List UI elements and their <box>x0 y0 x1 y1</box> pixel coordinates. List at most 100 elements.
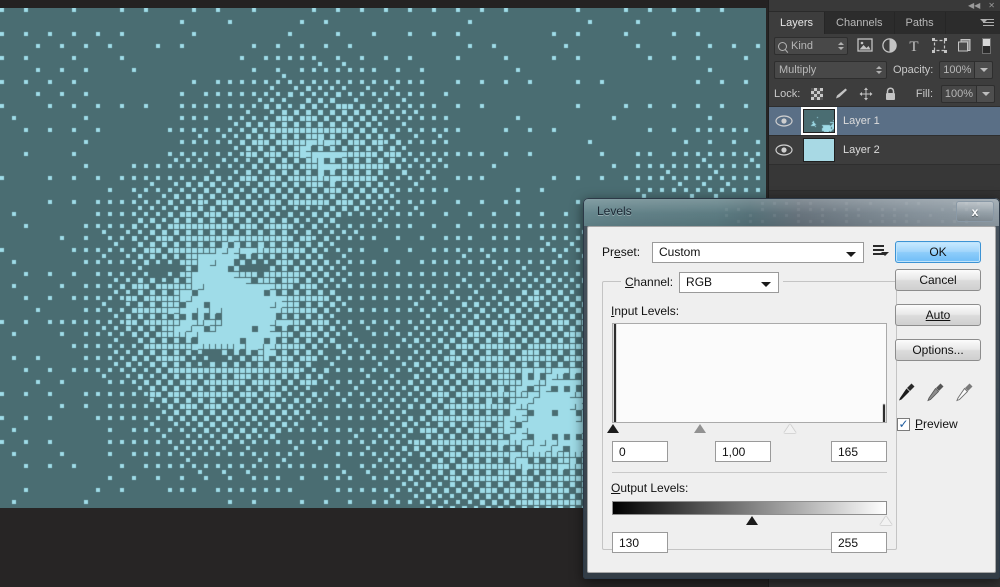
fill-dropdown-icon[interactable] <box>977 85 995 103</box>
lock-transparent-pixels-icon[interactable] <box>811 88 824 100</box>
layer-thumbnail-2 <box>803 138 835 162</box>
set-black-point-eyedropper[interactable] <box>897 381 917 403</box>
input-highlight-slider[interactable] <box>783 424 796 433</box>
cancel-button[interactable]: Cancel <box>895 269 981 291</box>
tab-channels-label: Channels <box>836 17 883 29</box>
fill-input[interactable]: 100% <box>941 85 977 103</box>
auto-button[interactable]: Auto <box>895 304 981 326</box>
layer-filter-row: Kind T <box>769 34 1000 58</box>
filter-kind-spinner <box>838 42 844 50</box>
dialog-title: Levels <box>597 204 632 218</box>
output-black-slider[interactable] <box>746 516 759 525</box>
opacity-label: Opacity: <box>893 64 934 76</box>
fill-label: Fill: <box>915 88 933 100</box>
blend-mode-value: Multiply <box>779 64 817 76</box>
input-midtone-slider[interactable] <box>694 424 707 433</box>
svg-text:T: T <box>909 39 918 53</box>
canvas-top-margin <box>0 0 768 8</box>
tab-paths[interactable]: Paths <box>894 12 946 34</box>
levels-group: Channel: RGB Input Levels: 0 1,00 165 Ou… <box>602 271 897 553</box>
channel-row: Channel: RGB <box>621 271 784 293</box>
tab-channels[interactable]: Channels <box>825 12 895 34</box>
layer-visibility-toggle-2[interactable] <box>769 144 799 156</box>
close-icon[interactable]: x <box>956 201 994 222</box>
preset-select[interactable]: Custom <box>652 241 864 263</box>
chevron-down-icon <box>846 251 856 257</box>
preview-checkbox[interactable]: ✓ <box>897 416 910 431</box>
filter-pixel-icon[interactable] <box>857 38 873 54</box>
lock-position-icon[interactable] <box>859 87 873 101</box>
blend-mode-select[interactable]: Multiply <box>774 61 887 79</box>
opacity-dropdown-icon[interactable] <box>975 61 994 79</box>
layer-thumbnail-cell-2[interactable] <box>799 138 839 162</box>
lock-image-pixels-icon[interactable] <box>834 87 848 101</box>
dialog-body: Preset: Custom Channel: RGB Input Levels… <box>587 226 996 573</box>
preset-options-icon[interactable] <box>873 244 889 260</box>
layer-name-2[interactable]: Layer 2 <box>839 144 880 156</box>
titlebar-glass-reflection <box>723 200 983 224</box>
layer-row-1[interactable]: Layer 1 <box>769 107 1000 136</box>
eye-icon <box>775 115 793 127</box>
output-black-field[interactable]: 130 <box>612 532 668 553</box>
preview-label: Preview <box>915 417 958 431</box>
tab-layers-label: Layers <box>780 17 814 29</box>
input-shadow-slider[interactable] <box>607 424 619 433</box>
input-shadow-field[interactable]: 0 <box>612 441 668 462</box>
input-midtone-field[interactable]: 1,00 <box>715 441 771 462</box>
panel-menu-icon[interactable] <box>980 17 994 29</box>
layer-list-empty-area[interactable] <box>769 165 1000 191</box>
blend-mode-row: Multiply Opacity: 100% <box>769 58 1000 82</box>
search-icon <box>778 41 787 51</box>
filter-shape-icon[interactable] <box>932 38 948 54</box>
set-gray-point-eyedropper[interactable] <box>926 381 946 403</box>
eye-icon <box>775 144 793 156</box>
filter-kind-select[interactable]: Kind <box>774 37 848 55</box>
opacity-input[interactable]: 100% <box>939 61 976 79</box>
channel-select[interactable]: RGB <box>679 271 780 293</box>
expand-icon[interactable]: ✕ <box>988 0 995 12</box>
output-gradient-bar[interactable] <box>612 501 887 515</box>
output-white-slider[interactable] <box>880 516 892 525</box>
dialog-titlebar[interactable]: Levels x <box>583 198 1000 226</box>
levels-dialog: Levels x Preset: Custom Channel: RGB Inp… <box>583 198 1000 579</box>
channel-label: Channel: <box>625 275 674 289</box>
layer-visibility-toggle-1[interactable] <box>769 115 799 127</box>
set-white-point-eyedropper[interactable] <box>955 381 975 403</box>
preview-row: ✓ Preview <box>897 417 981 431</box>
ok-button[interactable]: OK <box>895 241 981 263</box>
layer-row-2[interactable]: Layer 2 <box>769 136 1000 165</box>
input-highlight-field[interactable]: 165 <box>831 441 887 462</box>
options-button[interactable]: Options... <box>895 339 981 361</box>
output-white-field[interactable]: 255 <box>831 532 887 553</box>
input-levels-sliders <box>607 424 887 437</box>
preset-label: Preset: <box>602 245 641 259</box>
filter-type-icon[interactable]: T <box>907 38 923 54</box>
filter-adjustment-icon[interactable] <box>882 38 898 54</box>
panel-body: Kind T Multiply Opacity: 100% Lock: Fill… <box>769 34 1000 191</box>
lock-row: Lock: Fill: 100% <box>769 82 1000 106</box>
layer-thumbnail-cell-1[interactable] <box>799 107 839 135</box>
photoshop-window: ◀◀ ✕ Layers Channels Paths Kind T Multip… <box>0 0 1000 587</box>
layer-thumbnail-1 <box>801 107 837 135</box>
lock-label: Lock: <box>774 88 801 100</box>
histogram <box>612 323 887 423</box>
blend-mode-spinner <box>876 66 882 74</box>
eyedropper-group <box>897 381 981 403</box>
preset-value: Custom <box>659 245 701 259</box>
collapse-arrows-icon[interactable]: ◀◀ <box>968 0 980 12</box>
tab-layers[interactable]: Layers <box>769 12 826 34</box>
layer-name-1[interactable]: Layer 1 <box>839 115 880 127</box>
filter-toggle-swatch[interactable] <box>982 38 991 54</box>
chevron-down-icon <box>761 281 772 287</box>
filter-kind-label: Kind <box>791 40 814 52</box>
panel-topbar: ◀◀ ✕ <box>769 0 1000 12</box>
dialog-buttons: OK Cancel Auto Options... ✓ Preview <box>895 241 981 431</box>
output-levels-sliders <box>612 516 892 529</box>
lock-all-icon[interactable] <box>884 87 898 101</box>
layer-list: Layer 1 Layer 2 <box>769 106 1000 191</box>
checkmark-icon: ✓ <box>898 416 909 431</box>
group-divider <box>612 472 887 473</box>
filter-smart-object-icon[interactable] <box>957 38 973 54</box>
input-levels-label: Input Levels: <box>611 304 680 318</box>
channel-value: RGB <box>686 275 713 289</box>
